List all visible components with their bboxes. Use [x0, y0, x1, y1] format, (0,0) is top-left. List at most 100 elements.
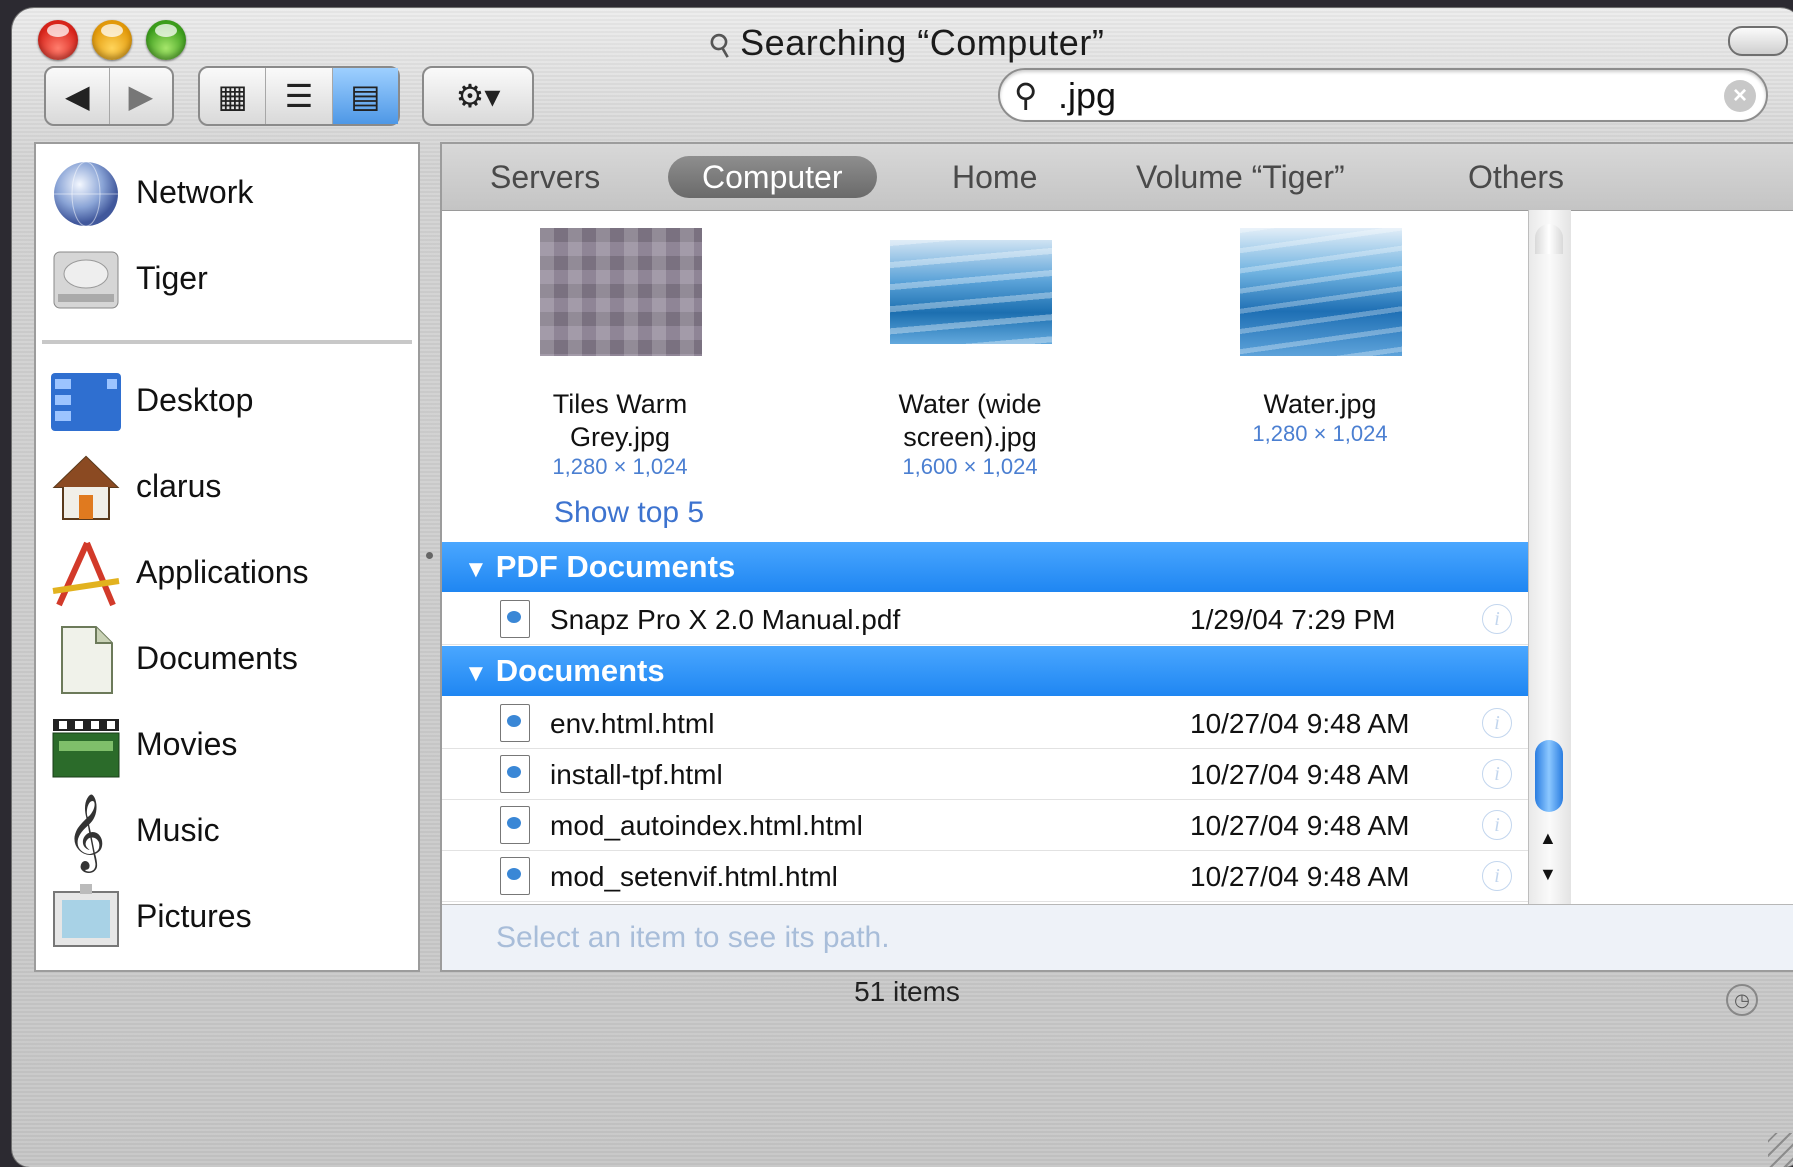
- table-row[interactable]: env.html.html 10/27/04 9:48 AM i: [442, 698, 1528, 749]
- sidebar-item-network[interactable]: Network: [36, 150, 418, 234]
- image-dimensions: 1,280 × 1,024: [552, 454, 688, 479]
- applications-icon: [48, 536, 124, 612]
- search-results-pane: Servers Computer Home Volume “Tiger” Oth…: [440, 142, 1793, 972]
- toolbar-toggle-button[interactable]: [1728, 26, 1788, 56]
- sidebar-item-documents[interactable]: Documents: [36, 616, 418, 700]
- scope-servers[interactable]: Servers: [456, 156, 634, 198]
- sidebar-item-label: Network: [136, 174, 254, 210]
- scrollbar-thumb[interactable]: [1535, 740, 1563, 812]
- image-name-line: screen).jpg: [903, 422, 1037, 452]
- html-document-icon: [500, 806, 530, 844]
- desktop-icon: [48, 364, 124, 440]
- info-icon[interactable]: i: [1482, 861, 1512, 891]
- file-name: env.html.html: [550, 708, 715, 739]
- back-forward-group: ◀ ▶: [44, 66, 174, 126]
- info-icon[interactable]: i: [1482, 810, 1512, 840]
- sidebar-item-label: Applications: [136, 554, 309, 590]
- action-menu-button[interactable]: ⚙▾: [424, 68, 532, 124]
- gear-icon: ⚙▾: [455, 78, 501, 114]
- hard-disk-icon: [48, 242, 124, 318]
- sidebar-splitter[interactable]: [420, 142, 440, 972]
- disclosure-triangle-icon[interactable]: ▼: [464, 545, 488, 595]
- file-date: 1/29/04 7:29 PM: [1190, 604, 1396, 635]
- scope-others[interactable]: Others: [1434, 156, 1598, 198]
- forward-button[interactable]: ▶: [110, 68, 173, 124]
- group-header-label: Documents: [495, 653, 665, 688]
- image-result[interactable]: Tiles Warm Grey.jpg 1,280 × 1,024: [540, 228, 702, 480]
- table-row[interactable]: Snapz Pro X 2.0 Manual.pdf 1/29/04 7:29 …: [442, 594, 1528, 645]
- back-button[interactable]: ◀: [46, 68, 110, 124]
- file-date: 10/27/04 9:48 AM: [1190, 759, 1410, 790]
- vertical-scrollbar[interactable]: ▲ ▼: [1528, 210, 1571, 904]
- image-thumbnail: [540, 228, 702, 356]
- icon-view-icon: ▦: [217, 78, 248, 114]
- group-header-label: PDF Documents: [495, 549, 736, 584]
- info-icon[interactable]: i: [1482, 604, 1512, 634]
- image-result[interactable]: Water (wide screen).jpg 1,600 × 1,024: [890, 228, 1052, 480]
- info-icon[interactable]: i: [1482, 759, 1512, 789]
- scroll-up-arrow-icon[interactable]: ▲: [1539, 828, 1557, 849]
- path-bar: Select an item to see its path.: [442, 904, 1793, 970]
- status-bar: 51 items ◷: [12, 976, 1793, 1036]
- sidebar-item-label: Desktop: [136, 382, 254, 418]
- sidebar-item-desktop[interactable]: Desktop: [36, 358, 418, 442]
- view-mode-group: ▦ ☰ ▤: [198, 66, 400, 126]
- search-input[interactable]: [1056, 76, 1700, 116]
- group-header-pdf[interactable]: ▼ PDF Documents: [442, 542, 1528, 592]
- sidebar-item-label: Tiger: [136, 260, 208, 296]
- sidebar-item-movies[interactable]: Movies: [36, 702, 418, 786]
- sidebar-item-tiger[interactable]: Tiger: [36, 236, 418, 320]
- sidebar-item-applications[interactable]: Applications: [36, 530, 418, 614]
- info-icon[interactable]: i: [1482, 708, 1512, 738]
- list-view-icon: ☰: [284, 78, 314, 114]
- file-name: mod_autoindex.html.html: [550, 810, 863, 841]
- html-document-icon: [500, 704, 530, 742]
- search-field[interactable]: ⚲ ×: [998, 68, 1768, 122]
- show-top-link[interactable]: Show top 5: [554, 496, 704, 530]
- image-name: Tiles Warm Grey.jpg: [552, 389, 688, 452]
- scrollbar-track-top: [1535, 224, 1563, 254]
- network-globe-icon: [48, 156, 124, 232]
- image-name: Water.jpg: [1263, 389, 1377, 419]
- file-date: 10/27/04 9:48 AM: [1190, 708, 1410, 739]
- back-arrow-icon: ◀: [64, 78, 90, 114]
- sidebar-item-clarus[interactable]: clarus: [36, 444, 418, 528]
- image-name-line: Water (wide: [898, 389, 1042, 419]
- disclosure-triangle-icon[interactable]: ▼: [464, 649, 488, 699]
- toolbar: ◀ ▶ ▦ ☰ ▤ ⚙▾ ⚲ ×: [12, 66, 1793, 136]
- documents-folder-icon: [48, 622, 124, 698]
- column-view-icon: ▤: [350, 78, 381, 114]
- magnifier-icon: ⚲: [702, 25, 739, 66]
- music-icon: 𝄞: [66, 792, 106, 870]
- clock-icon: ◷: [1726, 984, 1758, 1016]
- clear-search-icon[interactable]: ×: [1724, 80, 1756, 112]
- table-row[interactable]: mod_setenvif.html.html 10/27/04 9:48 AM …: [442, 851, 1528, 902]
- group-header-documents[interactable]: ▼ Documents: [442, 646, 1528, 696]
- image-thumbnail: [1240, 228, 1402, 356]
- splitter-handle[interactable]: [426, 552, 433, 559]
- search-icon: ⚲: [1014, 77, 1038, 113]
- file-date: 10/27/04 9:48 AM: [1190, 861, 1410, 892]
- sidebar-item-label: Pictures: [136, 898, 252, 934]
- sidebar-item-label: Documents: [136, 640, 298, 676]
- scope-computer[interactable]: Computer: [668, 156, 877, 198]
- scope-volume-tiger[interactable]: Volume “Tiger”: [1102, 156, 1379, 198]
- image-dimensions: 1,280 × 1,024: [1252, 421, 1388, 446]
- table-row[interactable]: mod_autoindex.html.html 10/27/04 9:48 AM…: [442, 800, 1528, 851]
- list-view-button[interactable]: ☰: [266, 68, 333, 124]
- image-thumbnail: [890, 240, 1052, 344]
- column-view-button[interactable]: ▤: [332, 68, 398, 124]
- forward-arrow-icon: ▶: [128, 78, 154, 114]
- sidebar-item-label: Movies: [136, 726, 238, 762]
- file-name: mod_setenvif.html.html: [550, 861, 838, 892]
- scope-home[interactable]: Home: [918, 156, 1071, 198]
- image-result[interactable]: Water.jpg 1,280 × 1,024: [1240, 228, 1402, 447]
- sidebar-item-music[interactable]: 𝄞 Music: [36, 788, 418, 872]
- table-row[interactable]: install-tpf.html 10/27/04 9:48 AM i: [442, 749, 1528, 800]
- resize-grip-icon[interactable]: [1768, 1133, 1793, 1167]
- sidebar-item-label: Music: [136, 812, 220, 848]
- icon-view-button[interactable]: ▦: [200, 68, 267, 124]
- sidebar-item-pictures[interactable]: Pictures: [36, 874, 418, 958]
- scroll-down-arrow-icon[interactable]: ▼: [1539, 864, 1557, 885]
- pdf-document-icon: [500, 600, 530, 638]
